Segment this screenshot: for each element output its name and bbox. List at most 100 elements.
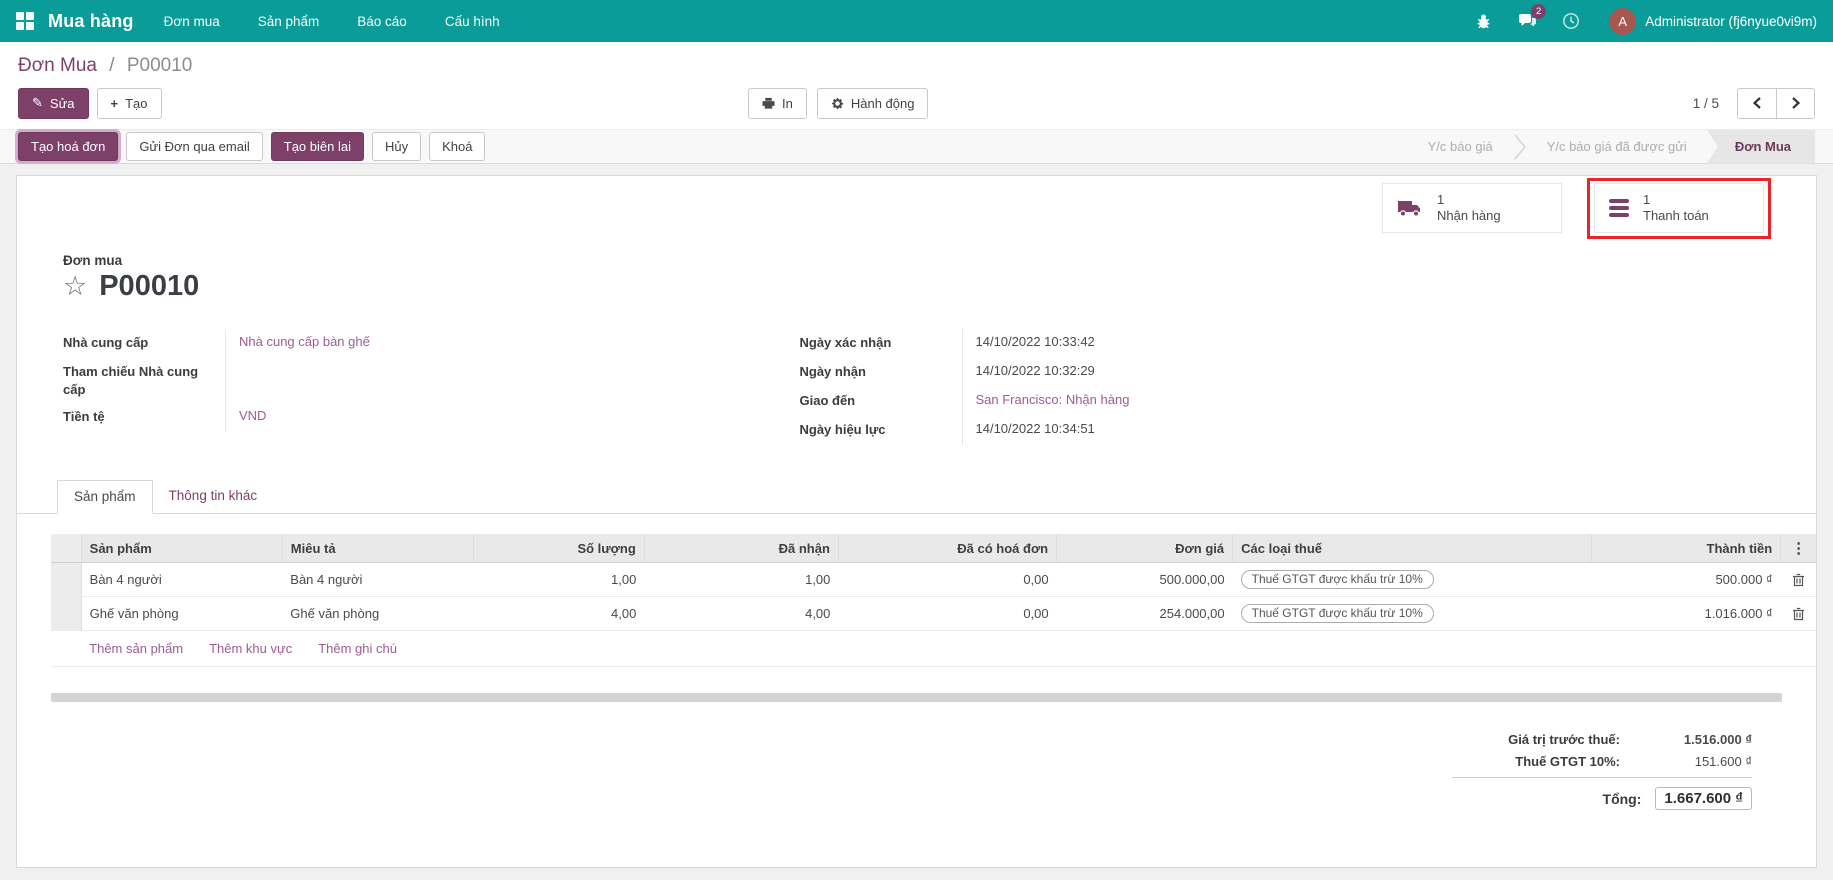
cell-product: Ghế văn phòng: [81, 597, 282, 631]
payments-label: Thanh toán: [1643, 208, 1709, 224]
tax-tag: Thuế GTGT được khấu trừ 10%: [1241, 570, 1434, 589]
vendor-label: Nhà cung cấp: [63, 329, 225, 358]
add-section-link[interactable]: Thêm khu vực: [209, 641, 292, 656]
field-confirmation-date: Ngày xác nhận 14/10/2022 10:33:42: [800, 329, 1517, 358]
col-unit-price[interactable]: Đơn giá: [1057, 534, 1233, 563]
add-product-link[interactable]: Thêm sản phẩm: [89, 641, 183, 656]
deliver-to-label: Giao đến: [800, 387, 962, 416]
row-handle[interactable]: [51, 597, 81, 631]
receipt-date-value: 14/10/2022 10:32:29: [962, 358, 1517, 387]
receipt-date-label: Ngày nhận: [800, 358, 962, 387]
currency-value[interactable]: VND: [239, 408, 266, 423]
main-menu: Đơn mua Sản phẩm Báo cáo Cấu hình: [164, 14, 500, 29]
table-row[interactable]: Bàn 4 người Bàn 4 người 1,00 1,00 0,00 5…: [51, 563, 1816, 597]
effective-date-label: Ngày hiệu lực: [800, 416, 962, 445]
favorite-star-icon[interactable]: ☆: [63, 273, 87, 300]
add-note-link[interactable]: Thêm ghi chú: [318, 641, 397, 656]
row-handle[interactable]: [51, 563, 81, 597]
edit-create-group: ✎ Sửa + Tạo: [18, 88, 162, 119]
breadcrumb-current: P00010: [127, 55, 193, 76]
totals-divider: [1452, 777, 1752, 778]
vendor-value[interactable]: Nhà cung cấp bàn ghế: [239, 334, 370, 349]
activities-clock-icon[interactable]: [1561, 11, 1581, 31]
menu-cau-hinh[interactable]: Cấu hình: [445, 14, 500, 29]
cell-received: 4,00: [644, 597, 838, 631]
print-button[interactable]: In: [748, 88, 807, 119]
menu-bao-cao[interactable]: Báo cáo: [357, 14, 407, 29]
action-button[interactable]: Hành động: [817, 88, 929, 119]
breadcrumb-parent[interactable]: Đơn Mua: [18, 55, 97, 76]
field-effective-date: Ngày hiệu lực 14/10/2022 10:34:51: [800, 416, 1517, 445]
add-line-links: Thêm sản phẩm Thêm khu vực Thêm ghi chú: [89, 641, 1808, 656]
payments-smart-button[interactable]: 1 Thanh toán: [1594, 183, 1764, 233]
gear-icon: [831, 97, 844, 110]
handle-column-header: [51, 534, 81, 563]
stage-rfq-sent[interactable]: Y/c báo giá đã được gửi: [1527, 130, 1707, 164]
edit-button[interactable]: ✎ Sửa: [18, 88, 89, 119]
cancel-button[interactable]: Hủy: [372, 132, 421, 161]
title-field-label: Đơn mua: [63, 253, 1770, 268]
create-receipt-button[interactable]: Tạo biên lai: [271, 132, 364, 161]
effective-date-value: 14/10/2022 10:34:51: [962, 416, 1517, 445]
send-by-email-button[interactable]: Gửi Đơn qua email: [126, 132, 262, 161]
edit-button-label: Sửa: [50, 96, 75, 111]
printer-icon: [762, 97, 775, 110]
col-taxes[interactable]: Các loại thuế: [1233, 534, 1592, 563]
vendor-reference-value[interactable]: [225, 358, 780, 403]
smart-buttons-row: 1 Nhận hàng 1 Thanh toán: [17, 176, 1816, 233]
title-block: Đơn mua ☆ P00010: [17, 233, 1816, 303]
table-header-row: Sản phẩm Miêu tả Số lượng Đã nhận Đã có …: [51, 534, 1816, 563]
field-group-left: Nhà cung cấp Nhà cung cấp bàn ghế Tham c…: [63, 329, 780, 445]
pager-next-button[interactable]: [1776, 88, 1815, 119]
col-description[interactable]: Miêu tả: [282, 534, 473, 563]
delete-row-icon[interactable]: [1789, 573, 1808, 587]
app-brand[interactable]: Mua hàng: [48, 11, 134, 32]
print-button-label: In: [782, 96, 793, 111]
cell-product: Bàn 4 người: [81, 563, 282, 597]
field-currency: Tiền tệ VND: [63, 403, 780, 432]
lock-button[interactable]: Khoá: [429, 132, 485, 161]
grand-total-label: Tổng:: [1603, 791, 1642, 807]
stage-rfq[interactable]: Y/c báo giá: [1408, 130, 1513, 164]
delete-row-icon[interactable]: [1789, 607, 1808, 621]
notebook-tabs: Sản phẩm Thông tin khác: [17, 479, 1816, 514]
confirmation-date-label: Ngày xác nhận: [800, 329, 962, 358]
form-view: 1 Nhận hàng 1 Thanh toán Đơn mua ☆ P: [0, 164, 1833, 868]
receipts-smart-button[interactable]: 1 Nhận hàng: [1382, 183, 1562, 233]
horizontal-scrollbar[interactable]: [51, 693, 1782, 702]
messages-icon[interactable]: 2: [1517, 11, 1537, 31]
apps-menu-icon[interactable]: [16, 12, 34, 30]
currency-label: Tiền tệ: [63, 403, 225, 432]
tab-other-info[interactable]: Thông tin khác: [153, 480, 274, 514]
truck-icon: [1397, 198, 1423, 218]
col-billed[interactable]: Đã có hoá đơn: [838, 534, 1056, 563]
avatar: A: [1609, 8, 1636, 35]
cell-description: Bàn 4 người: [282, 563, 473, 597]
stage-purchase-order[interactable]: Đơn Mua: [1707, 130, 1815, 164]
field-vendor: Nhà cung cấp Nhà cung cấp bàn ghế: [63, 329, 780, 358]
action-button-label: Hành động: [851, 96, 915, 111]
form-sheet: 1 Nhận hàng 1 Thanh toán Đơn mua ☆ P: [16, 175, 1817, 868]
create-invoice-button[interactable]: Tạo hoá đơn: [18, 132, 118, 161]
col-product[interactable]: Sản phẩm: [81, 534, 282, 563]
debug-bug-icon[interactable]: [1473, 11, 1493, 31]
cell-unit-price: 254.000,00: [1057, 597, 1233, 631]
create-button[interactable]: + Tạo: [97, 88, 162, 119]
tab-products[interactable]: Sản phẩm: [57, 480, 153, 514]
col-received[interactable]: Đã nhận: [644, 534, 838, 563]
cell-billed: 0,00: [838, 597, 1056, 631]
table-row[interactable]: Ghế văn phòng Ghế văn phòng 4,00 4,00 0,…: [51, 597, 1816, 631]
user-menu[interactable]: A Administrator (fj6nyue0vi9m): [1609, 8, 1817, 35]
col-subtotal[interactable]: Thành tiền: [1592, 534, 1781, 563]
menu-san-pham[interactable]: Sản phẩm: [258, 14, 320, 29]
field-group-right: Ngày xác nhận 14/10/2022 10:33:42 Ngày n…: [800, 329, 1517, 445]
systray: 2 A Administrator (fj6nyue0vi9m): [1473, 8, 1817, 35]
menu-don-mua[interactable]: Đơn mua: [164, 14, 220, 29]
grand-total-row: Tổng: 1.667.600 ₫: [1452, 787, 1752, 810]
deliver-to-value[interactable]: San Francisco: Nhận hàng: [976, 392, 1130, 407]
col-quantity[interactable]: Số lượng: [473, 534, 644, 563]
create-button-label: Tạo: [125, 96, 147, 111]
pager-previous-button[interactable]: [1737, 88, 1776, 119]
optional-columns-icon[interactable]: ⋮: [1789, 539, 1808, 557]
print-action-group: In Hành động: [748, 88, 928, 119]
